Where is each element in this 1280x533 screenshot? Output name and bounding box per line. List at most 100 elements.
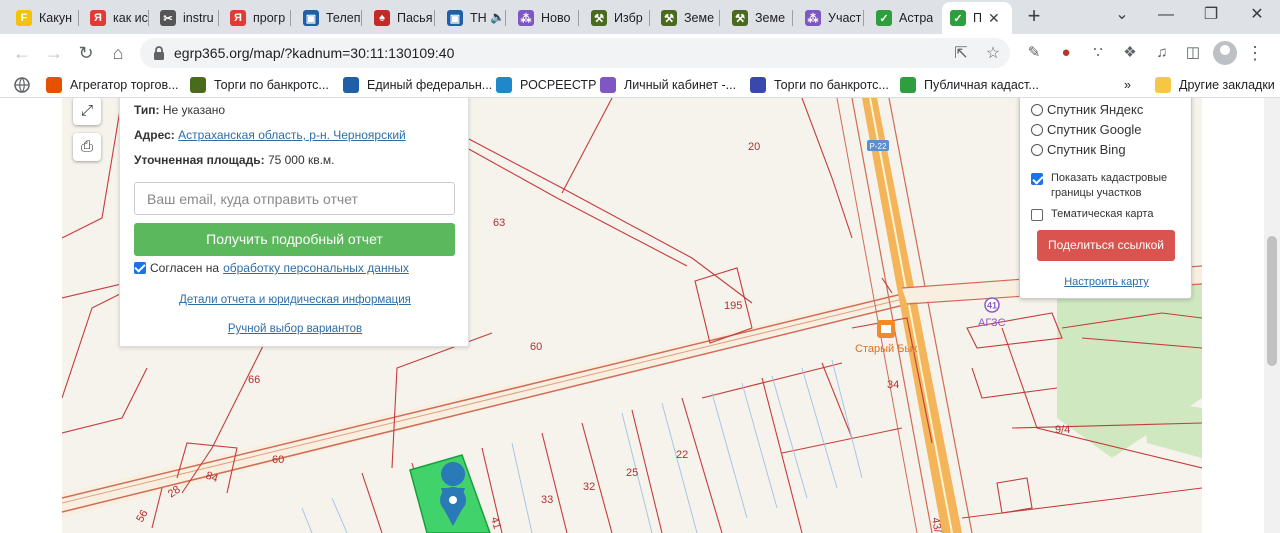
page-scrollbar[interactable] <box>1264 98 1280 533</box>
share-icon[interactable]: ⇱ <box>951 44 971 64</box>
browser-tab[interactable]: ⁂ Участ <box>797 4 863 32</box>
scrollbar-thumb[interactable] <box>1267 236 1277 366</box>
layer-label: Спутник Bing <box>1047 142 1126 157</box>
gas-station-icon[interactable]: 41 <box>984 297 1000 313</box>
personal-data-link[interactable]: обработку персональных данных <box>223 261 409 275</box>
bookmark-label: Другие закладки <box>1179 78 1275 92</box>
bookmark-item[interactable]: Агрегатор торгов... <box>46 76 179 94</box>
browser-tab[interactable]: ⚒ Избр <box>583 4 649 32</box>
report-details-link[interactable]: Детали отчета и юридическая информация <box>120 294 470 306</box>
check-circle-icon <box>900 77 916 93</box>
back-button[interactable]: ← <box>9 40 35 66</box>
browser-tab[interactable]: ⁂ Ново <box>510 4 578 32</box>
restore-icon[interactable]: ❐ <box>1197 4 1225 28</box>
print-icon[interactable]: ⎙ <box>73 133 101 161</box>
email-field[interactable]: Ваш email, куда отправить отчет <box>134 182 455 215</box>
thematic-checkbox[interactable] <box>1031 209 1043 221</box>
browser-tab[interactable]: ▣ Телеп <box>295 4 361 32</box>
extension-icon[interactable]: ● <box>1056 43 1076 63</box>
tab-search-icon[interactable]: ⌄ <box>1108 4 1136 28</box>
tab-separator <box>290 10 291 26</box>
new-tab-button[interactable]: + <box>1022 5 1046 29</box>
browser-tab[interactable]: Якак ис <box>82 4 148 32</box>
forward-button[interactable]: → <box>41 40 67 66</box>
favicon-f: F <box>16 10 32 26</box>
browser-tab[interactable]: ⚒ Земе <box>653 4 719 32</box>
tab-title: instru <box>183 11 214 25</box>
tab-active[interactable]: ✓ П ✕ <box>942 2 1012 34</box>
browser-tab[interactable]: Япрогр <box>222 4 290 32</box>
tab-separator <box>78 10 79 26</box>
profile-avatar[interactable] <box>1213 41 1237 65</box>
thematic-label: Тематическая карта <box>1051 208 1154 220</box>
url-text: egrp365.org/map/?kadnum=30:11:130109:40 <box>174 45 455 61</box>
browser-toolbar: ← → ↻ ⌂ egrp365.org/map/?kadnum=30:11:13… <box>0 34 1280 71</box>
layer-radio-google[interactable]: Спутник Google <box>1031 122 1142 137</box>
bookmark-label: Публичная кадаст... <box>924 78 1039 92</box>
yandex-icon: Я <box>90 10 106 26</box>
bookmark-label: Единый федеральн... <box>367 78 493 92</box>
bookmarks-overflow-icon[interactable]: » <box>1124 76 1131 94</box>
reload-button[interactable]: ↻ <box>73 40 99 66</box>
address-bar[interactable]: egrp365.org/map/?kadnum=30:11:130109:40 … <box>140 38 1010 68</box>
bookmark-star-icon[interactable]: ☆ <box>983 44 1003 64</box>
close-window-icon[interactable]: ✕ <box>1243 4 1271 28</box>
media-control-icon[interactable]: ♫ <box>1152 43 1172 63</box>
configure-map-link[interactable]: Настроить карту <box>1020 276 1193 288</box>
bookmark-item[interactable]: Единый федеральн... <box>343 76 492 94</box>
rss-icon[interactable]: ∵ <box>1088 43 1108 63</box>
radio-button[interactable] <box>1031 143 1043 156</box>
address-label: Адрес: <box>134 128 175 142</box>
parcel-number-label: 84 <box>204 470 220 485</box>
bookmarks-bar: Агрегатор торгов... Торги по банкротс... Е… <box>0 71 1280 98</box>
tab-title: Избр <box>614 11 643 25</box>
menu-kebab-icon[interactable]: ⋮ <box>1245 43 1265 63</box>
bookmark-item[interactable]: Торги по банкротс... <box>750 76 889 94</box>
cafe-icon[interactable] <box>877 320 895 338</box>
get-report-button[interactable]: Получить подробный отчет <box>134 223 455 256</box>
puzzle-extensions-icon[interactable]: ❖ <box>1120 43 1140 63</box>
agree-checkbox[interactable] <box>134 262 146 274</box>
radio-button[interactable] <box>1031 123 1043 136</box>
other-bookmarks-folder[interactable]: Другие закладки <box>1155 76 1275 94</box>
layer-label: Спутник Google <box>1047 122 1142 137</box>
cadastral-checkbox[interactable] <box>1031 173 1043 185</box>
radio-button[interactable] <box>1031 103 1043 116</box>
browser-tab[interactable]: F Какун <box>8 4 78 32</box>
parcel-number-label: 34 <box>887 379 899 391</box>
close-tab-icon[interactable]: ✕ <box>988 10 1000 27</box>
tab-title: Пасья <box>397 11 433 25</box>
minimize-icon[interactable]: — <box>1152 4 1180 28</box>
thematic-map-toggle[interactable]: Тематическая карта <box>1031 207 1186 222</box>
browser-tab[interactable]: ✂ instru <box>152 4 218 32</box>
manual-choice-link[interactable]: Ручной выбор вариантов <box>120 323 470 335</box>
parcel-number-label: 20 <box>748 141 760 153</box>
browser-tab[interactable]: ✓ Астра <box>868 4 936 32</box>
green-area <box>1142 398 1202 458</box>
layer-radio-bing[interactable]: Спутник Bing <box>1031 142 1126 157</box>
bookmark-item[interactable]: Торги по банкротс... <box>190 76 329 94</box>
bookmark-item[interactable]: РОСРЕЕСТР <box>496 76 596 94</box>
tab-separator <box>649 10 650 26</box>
extension-icon[interactable]: ✎ <box>1024 43 1044 63</box>
browser-tab[interactable]: ♠ Пасья <box>366 4 434 32</box>
home-button[interactable]: ⌂ <box>105 40 131 66</box>
show-cadastral-toggle[interactable]: Показать кадастровые границы участков <box>1031 171 1186 201</box>
area-value: 75 000 кв.м. <box>267 153 335 167</box>
tab-title: Какун <box>39 11 72 25</box>
type-value: Не указано <box>162 103 226 117</box>
bookmark-label: Личный кабинет -... <box>624 78 737 92</box>
apps-globe-icon[interactable] <box>14 76 30 94</box>
bookmark-label: Торги по банкротс... <box>214 78 329 92</box>
share-link-button[interactable]: Поделиться ссылкой <box>1037 230 1175 261</box>
tab-audio-icon[interactable]: 🔈 <box>490 10 505 24</box>
address-link[interactable]: Астраханская область, р-н. Черноярский <box>178 128 406 142</box>
side-panel-icon[interactable]: ◫ <box>1183 43 1203 63</box>
bookmark-item[interactable]: Публичная кадаст... <box>900 76 1039 94</box>
hammer-icon <box>190 77 206 93</box>
layer-radio-yandex[interactable]: Спутник Яндекс <box>1031 102 1143 117</box>
dots-icon: ⁂ <box>518 10 534 26</box>
fullscreen-icon[interactable]: ⤢ <box>73 98 101 125</box>
browser-tab[interactable]: ⚒ Земе <box>724 4 792 32</box>
bookmark-item[interactable]: Личный кабинет -... <box>600 76 736 94</box>
